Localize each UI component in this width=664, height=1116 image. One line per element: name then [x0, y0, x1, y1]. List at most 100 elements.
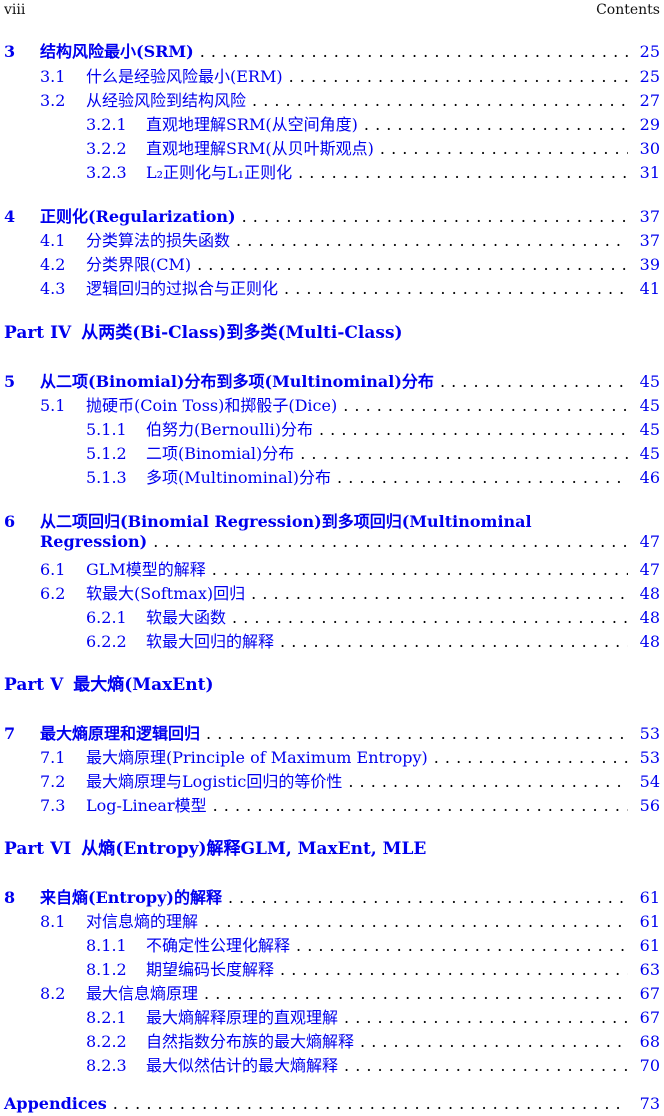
toc-entry-page[interactable]: 48	[638, 584, 660, 603]
toc-entry-title[interactable]: 最大信息熵原理	[86, 980, 198, 1004]
toc-entry[interactable]: 5 从二项(Binomial)分布到多项(Multinominal)分布 45	[4, 368, 660, 392]
toc-entry-page[interactable]: 45	[638, 444, 660, 463]
toc-entry-title[interactable]: GLM模型的解释	[86, 556, 206, 580]
toc-entry-page[interactable]: 45	[638, 372, 660, 391]
toc-entry-title[interactable]: 直观地理解SRM(从空间角度)	[146, 111, 358, 135]
toc-entry-page[interactable]: 56	[638, 796, 660, 815]
toc-entry-title[interactable]: 最大熵原理(Principle of Maximum Entropy)	[86, 744, 428, 768]
toc-entry[interactable]: 7.3 Log-Linear模型 56	[40, 792, 660, 816]
toc-entry-title[interactable]: 最大熵原理与Logistic回归的等价性	[86, 768, 342, 792]
toc-entry[interactable]: 8.2.1 最大熵解释原理的直观理解 67	[86, 1004, 660, 1028]
toc-entry-page[interactable]: 25	[638, 67, 660, 86]
toc-entry[interactable]: 5.1.3 多项(Multinominal)分布 46	[86, 464, 660, 488]
toc-entry-title[interactable]: 二项(Binomial)分布	[146, 440, 294, 464]
toc-entry-page[interactable]: 73	[638, 1094, 660, 1113]
toc-entry-title[interactable]: 软最大函数	[146, 604, 226, 628]
toc-entry-title[interactable]: 软最大回归的解释	[146, 628, 274, 652]
toc-entry-page[interactable]: 61	[638, 888, 660, 907]
toc-entry[interactable]: 7 最大熵原理和逻辑回归 53	[4, 720, 660, 744]
toc-entry[interactable]: 6.2 软最大(Softmax)回归 48	[40, 580, 660, 604]
toc-entry[interactable]: 8.1.1 不确定性公理化解释 61	[86, 932, 660, 956]
toc-entry-title[interactable]: 分类界限(CM)	[86, 251, 191, 275]
toc-entry[interactable]: 6.1 GLM模型的解释 47	[40, 556, 660, 580]
toc-entry-page[interactable]: 45	[638, 396, 660, 415]
toc-entry[interactable]: 5.1.1 伯努力(Bernoulli)分布 45	[86, 416, 660, 440]
toc-entry[interactable]: 3.2.2 直观地理解SRM(从贝叶斯观点) 30	[86, 135, 660, 159]
part-heading[interactable]: Part VI 从熵(Entropy)解释GLM, MaxEnt, MLE	[4, 834, 426, 859]
toc-entry-title[interactable]: 对信息熵的理解	[86, 908, 198, 932]
toc-entry-title[interactable]: 期望编码长度解释	[146, 956, 274, 980]
toc-entry-title[interactable]: 正则化(Regularization)	[40, 203, 236, 227]
toc-entry-title[interactable]: Appendices	[4, 1094, 107, 1113]
toc-entry-page[interactable]: 61	[638, 912, 660, 931]
toc-entry-title[interactable]: 来自熵(Entropy)的解释	[40, 884, 222, 908]
toc-entry-page[interactable]: 47	[638, 532, 660, 551]
toc-entry-page[interactable]: 70	[638, 1056, 660, 1075]
toc-entry-title[interactable]: 什么是经验风险最小(ERM)	[86, 63, 283, 87]
toc-entry[interactable]: 4.2 分类界限(CM) 39	[40, 251, 660, 275]
toc-entry[interactable]: 8 来自熵(Entropy)的解释 61	[4, 884, 660, 908]
toc-entry[interactable]: 8.2 最大信息熵原理 67	[40, 980, 660, 1004]
toc-entry[interactable]: 3 结构风险最小(SRM) 25	[4, 38, 660, 62]
toc-entry-title[interactable]: Regression)	[40, 532, 147, 551]
toc-entry-title[interactable]: 软最大(Softmax)回归	[86, 580, 245, 604]
toc-entry-title[interactable]: 伯努力(Bernoulli)分布	[146, 416, 313, 440]
toc-entry[interactable]: 7.2 最大熵原理与Logistic回归的等价性 54	[40, 768, 660, 792]
toc-entry-page[interactable]: 48	[638, 632, 660, 651]
toc-entry-title[interactable]: 抛硬币(Coin Toss)和掷骰子(Dice)	[86, 392, 337, 416]
toc-entry[interactable]: 8.1 对信息熵的理解 61	[40, 908, 660, 932]
toc-entry[interactable]: 3.2.3 L₂正则化与L₁正则化 31	[86, 159, 660, 183]
part-heading[interactable]: Part V 最大熵(MaxEnt)	[4, 670, 214, 695]
toc-entry-page[interactable]: 67	[638, 984, 660, 1003]
toc-entry-title[interactable]: 最大似然估计的最大熵解释	[146, 1052, 338, 1076]
toc-entry-page[interactable]: 61	[638, 936, 660, 955]
toc-entry[interactable]: 3.2.1 直观地理解SRM(从空间角度) 29	[86, 111, 660, 135]
toc-entry-title[interactable]: 多项(Multinominal)分布	[146, 464, 331, 488]
toc-entry[interactable]: 6.2.2 软最大回归的解释 48	[86, 628, 660, 652]
toc-entry[interactable]: 4 正则化(Regularization) 37	[4, 203, 660, 227]
toc-entry-title[interactable]: 最大熵解释原理的直观理解	[146, 1004, 338, 1028]
toc-entry-page[interactable]: 54	[638, 772, 660, 791]
toc-entry[interactable]: 5.1 抛硬币(Coin Toss)和掷骰子(Dice) 45	[40, 392, 660, 416]
toc-entry-page[interactable]: 45	[638, 420, 660, 439]
part-heading[interactable]: Part IV 从两类(Bi-Class)到多类(Multi-Class)	[4, 318, 403, 343]
toc-entry[interactable]: 4.1 分类算法的损失函数 37	[40, 227, 660, 251]
toc-entry-title[interactable]: 不确定性公理化解释	[146, 932, 290, 956]
toc-entry-page[interactable]: 53	[638, 748, 660, 767]
toc-entry[interactable]: Appendices 73	[4, 1094, 660, 1116]
toc-entry-page[interactable]: 25	[638, 42, 660, 61]
toc-entry[interactable]: 8.2.2 自然指数分布族的最大熵解释 68	[86, 1028, 660, 1052]
toc-entry-page[interactable]: 37	[638, 207, 660, 226]
toc-entry-page[interactable]: 39	[638, 255, 660, 274]
toc-entry[interactable]: 8.1.2 期望编码长度解释 63	[86, 956, 660, 980]
toc-entry-page[interactable]: 30	[638, 139, 660, 158]
toc-entry-title[interactable]: 结构风险最小(SRM)	[40, 38, 194, 62]
toc-entry[interactable]: Regression) 47	[4, 532, 660, 554]
toc-entry-title[interactable]: 逻辑回归的过拟合与正则化	[86, 275, 278, 299]
toc-entry-title[interactable]: 分类算法的损失函数	[86, 227, 230, 251]
toc-entry-title[interactable]: 最大熵原理和逻辑回归	[40, 720, 200, 744]
toc-entry-title[interactable]: 从二项回归(Binomial Regression)到多项回归(Multinom…	[40, 508, 532, 532]
toc-entry-title[interactable]: Log-Linear模型	[86, 792, 207, 816]
toc-entry-page[interactable]: 31	[638, 163, 660, 182]
toc-entry-page[interactable]: 27	[638, 91, 660, 110]
toc-entry-page[interactable]: 68	[638, 1032, 660, 1051]
toc-entry-page[interactable]: 63	[638, 960, 660, 979]
toc-entry-page[interactable]: 47	[638, 560, 660, 579]
toc-entry-page[interactable]: 29	[638, 115, 660, 134]
toc-entry-title[interactable]: 从二项(Binomial)分布到多项(Multinominal)分布	[40, 368, 434, 392]
toc-entry-page[interactable]: 48	[638, 608, 660, 627]
toc-entry-page[interactable]: 37	[638, 231, 660, 250]
toc-entry-page[interactable]: 46	[638, 468, 660, 487]
toc-entry-page[interactable]: 41	[638, 279, 660, 298]
toc-entry-title[interactable]: 自然指数分布族的最大熵解释	[146, 1028, 354, 1052]
toc-entry[interactable]: 6.2.1 软最大函数 48	[86, 604, 660, 628]
toc-entry[interactable]: 6 从二项回归(Binomial Regression)到多项回归(Multino…	[4, 508, 660, 532]
toc-entry-page[interactable]: 53	[638, 724, 660, 743]
toc-entry-title[interactable]: L₂正则化与L₁正则化	[146, 159, 292, 183]
toc-entry[interactable]: 5.1.2 二项(Binomial)分布 45	[86, 440, 660, 464]
toc-entry[interactable]: 7.1 最大熵原理(Principle of Maximum Entropy) 53	[40, 744, 660, 768]
toc-entry-page[interactable]: 67	[638, 1008, 660, 1027]
toc-entry-title[interactable]: 直观地理解SRM(从贝叶斯观点)	[146, 135, 374, 159]
toc-entry[interactable]: 4.3 逻辑回归的过拟合与正则化 41	[40, 275, 660, 299]
